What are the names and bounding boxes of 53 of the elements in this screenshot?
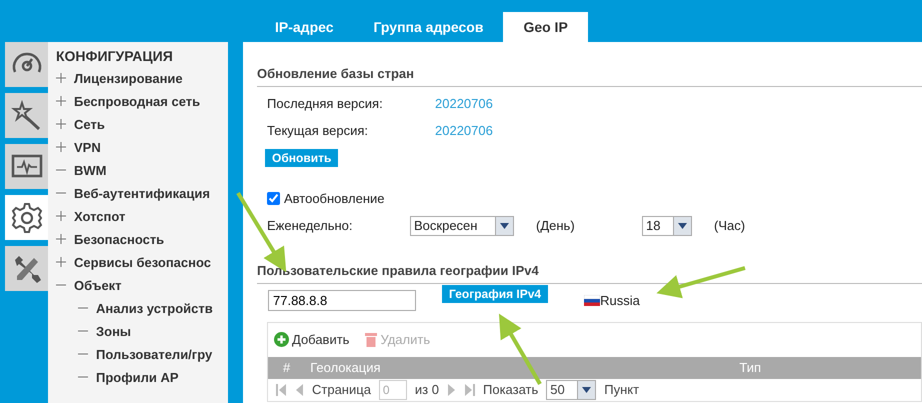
version-value: 20220706: [435, 96, 493, 112]
pager-label: Пункт: [604, 382, 640, 398]
tree-item[interactable]: Хотспот: [74, 208, 126, 224]
tree-item[interactable]: Сервисы безопаснос: [74, 254, 211, 270]
checkbox-label: Автообновление: [284, 191, 385, 207]
nav-tile[interactable]: [5, 93, 48, 138]
country-result: Russia: [600, 292, 640, 308]
tree-item[interactable]: Лицензирование: [74, 70, 183, 86]
tree-item[interactable]: Зоны: [96, 324, 132, 340]
nav-tile[interactable]: [5, 42, 48, 87]
tree-item[interactable]: BWM: [74, 162, 106, 178]
tree-item[interactable]: Сеть: [74, 116, 105, 132]
annotation-arrow: [498, 314, 542, 385]
section-heading: Обновление базы стран: [257, 66, 922, 87]
dropdown[interactable]: 50: [546, 380, 596, 400]
tree-item[interactable]: VPN: [74, 140, 101, 156]
pager-label: Страница: [312, 382, 371, 398]
tree-item[interactable]: Безопасность: [74, 232, 164, 248]
nav-tile[interactable]: [5, 144, 48, 189]
version-value: 20220706: [435, 123, 493, 139]
tree-item[interactable]: Объект: [74, 278, 122, 294]
pager-label: Показать: [483, 382, 538, 398]
caret-icon: [582, 386, 592, 393]
checkbox[interactable]: [267, 192, 280, 206]
unit-label: (Час): [714, 218, 746, 234]
nav-tile[interactable]: [5, 246, 48, 291]
settings-icon: [10, 200, 44, 234]
section-heading: Пользовательские правила географии IPv4: [257, 262, 922, 284]
tree-item[interactable]: Беспроводная сеть: [74, 94, 200, 110]
add-button[interactable]: Добавить: [274, 332, 350, 348]
field-label: Последняя версия:: [267, 96, 384, 112]
tree-item[interactable]: Анализ устройств: [96, 300, 213, 316]
tree-item[interactable]: Профили AP: [96, 370, 179, 386]
field-label: Текущая версия:: [267, 123, 369, 139]
dropdown[interactable]: 18: [642, 216, 692, 236]
caret-icon: [500, 222, 509, 229]
caret-icon: [678, 222, 687, 229]
page-count: из 0: [414, 382, 439, 398]
unit-label: (День): [536, 218, 576, 234]
nav-tile[interactable]: [5, 195, 48, 240]
column-header: Тип: [739, 360, 761, 376]
tab[interactable]: Geo IP: [503, 12, 588, 42]
ip-input-field[interactable]: 77.88.8.8: [268, 290, 416, 312]
plus-circle-icon: [274, 332, 289, 348]
tree-item[interactable]: Пользователи/гру: [96, 346, 212, 362]
dropdown[interactable]: Воскресен: [410, 216, 514, 236]
tree-item[interactable]: Веб-аутентификация: [74, 186, 210, 202]
trash-icon: [365, 332, 378, 348]
column-header: Геолокация: [310, 360, 380, 376]
column-header: #: [283, 360, 290, 376]
field-label: Еженедельно:: [267, 218, 354, 234]
flag-icon: [584, 295, 600, 306]
sidebar-title: КОНФИГУРАЦИЯ: [56, 48, 174, 65]
